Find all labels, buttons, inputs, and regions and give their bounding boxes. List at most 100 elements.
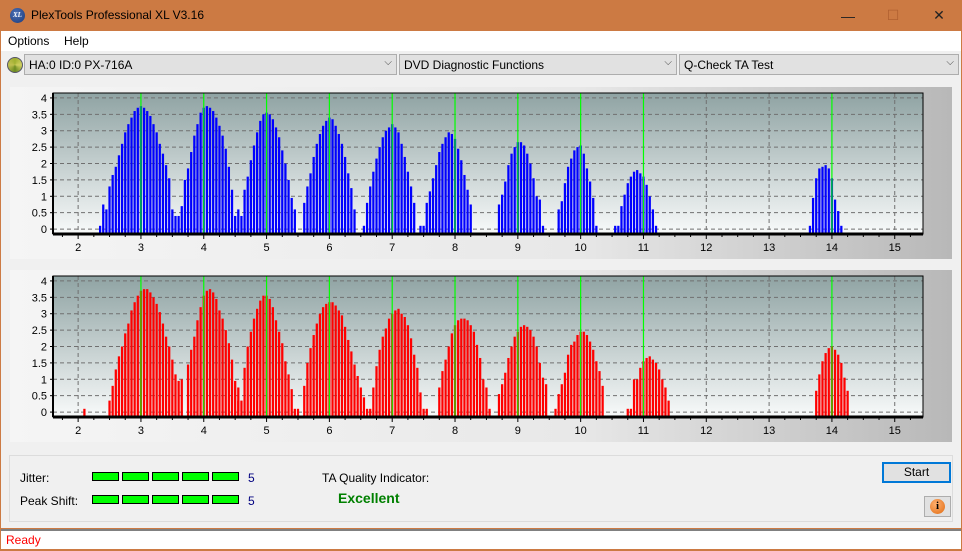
histogram-bar (441, 371, 444, 417)
x-tick-label: 6 (326, 425, 332, 437)
histogram-bar (560, 384, 563, 417)
histogram-bar (350, 351, 353, 417)
histogram-bar (519, 142, 523, 234)
histogram-bar (667, 400, 670, 417)
histogram-bar (281, 343, 284, 417)
histogram-bar (526, 326, 529, 417)
jitter-segment (122, 472, 149, 481)
histogram-bar (190, 152, 193, 234)
histogram-bar (378, 349, 381, 417)
x-tick-label: 13 (763, 425, 775, 437)
histogram-bar (400, 313, 403, 417)
histogram-bar (557, 209, 560, 234)
histogram-bar (306, 186, 309, 234)
histogram-bar (152, 124, 155, 234)
x-tick-label: 10 (575, 425, 587, 437)
peak-shift-segment (122, 495, 149, 504)
x-tick-label: 12 (700, 242, 712, 254)
disc-drive-icon (7, 57, 23, 73)
histogram-bar (654, 362, 658, 417)
histogram-bar (343, 326, 347, 417)
histogram-bar (177, 380, 180, 417)
histogram-bar (532, 178, 535, 234)
histogram-bar (174, 374, 177, 417)
function-select[interactable]: DVD Diagnostic Functions ⌵ (399, 54, 677, 75)
histogram-bar (168, 346, 171, 417)
histogram-bar (428, 191, 432, 234)
histogram-bar (105, 209, 108, 234)
histogram-bar (177, 215, 180, 234)
histogram-bar (149, 292, 152, 417)
histogram-bar (164, 336, 168, 417)
histogram-bar (645, 184, 648, 234)
info-button[interactable]: i (924, 496, 951, 517)
status-bar: Ready (1, 529, 961, 549)
menu-bar: Options Help (1, 31, 961, 51)
minimize-button[interactable]: — (825, 0, 871, 31)
histogram-bar (482, 379, 485, 417)
start-button[interactable]: Start (882, 462, 951, 483)
histogram-bar (227, 343, 231, 417)
histogram-bar (592, 349, 595, 417)
histogram-bar (234, 380, 237, 417)
histogram-bar (130, 310, 133, 417)
ta-quality-label: TA Quality Indicator: (322, 471, 430, 485)
histogram-bar (365, 202, 369, 234)
histogram-bar (309, 173, 312, 234)
histogram-bar (563, 183, 567, 234)
histogram-bar (215, 117, 218, 234)
peak-shift-label: Peak Shift: (20, 494, 79, 508)
histogram-bar (287, 179, 290, 234)
histogram-bar (334, 305, 337, 417)
histogram-bar (529, 163, 532, 234)
histogram-bar (243, 189, 246, 234)
histogram-bar (243, 367, 246, 417)
histogram-bar (114, 166, 117, 234)
y-tick-label: 1 (41, 374, 47, 386)
histogram-bar (171, 359, 174, 417)
y-tick-label: 1.5 (32, 358, 47, 370)
histogram-bar (293, 209, 296, 234)
histogram-bar (331, 119, 334, 234)
histogram-bar (158, 143, 161, 234)
histogram-bar (576, 147, 579, 234)
histogram-bar (164, 165, 168, 234)
drive-select-value: HA:0 ID:0 PX-716A (29, 58, 133, 72)
histogram-bar (196, 320, 199, 417)
menu-options[interactable]: Options (8, 34, 49, 48)
close-button[interactable]: ✕ (916, 0, 962, 31)
histogram-bar (504, 372, 507, 417)
histogram-bar (815, 390, 818, 417)
histogram-bar (133, 302, 136, 417)
histogram-bar (309, 348, 312, 417)
drive-select[interactable]: HA:0 ID:0 PX-716A ⌵ (24, 54, 397, 75)
histogram-bar (400, 143, 403, 234)
histogram-bar (585, 168, 589, 234)
histogram-bar (566, 166, 570, 234)
histogram-bar (811, 197, 815, 234)
histogram-bar (108, 186, 111, 234)
function-select-value: DVD Diagnostic Functions (404, 58, 545, 72)
maximize-button[interactable]: ☐ (870, 0, 916, 31)
x-tick-label: 14 (826, 425, 838, 437)
histogram-bar (438, 387, 441, 417)
histogram-bar (155, 132, 158, 234)
menu-help[interactable]: Help (64, 34, 89, 48)
histogram-bar (626, 183, 629, 234)
test-select[interactable]: Q-Check TA Test ⌵ (679, 54, 959, 75)
y-tick-label: 3.5 (32, 292, 47, 304)
histogram-bar (259, 120, 262, 234)
peak-shift-meter (92, 495, 239, 504)
histogram-bar (278, 331, 281, 417)
histogram-bar (168, 178, 171, 234)
histogram-bar (394, 310, 397, 417)
bottom-chart-panel: 0 0.5 1 1.5 2 2.5 3 3.5 4 2 3 4 5 6 7 8 9 10 11 12 13 14 15 (10, 270, 952, 442)
histogram-bar (381, 137, 384, 234)
histogram-bar (246, 176, 249, 234)
histogram-bar (353, 209, 356, 234)
histogram-bar (130, 117, 133, 234)
histogram-bar (174, 215, 177, 234)
histogram-bar (149, 115, 152, 234)
histogram-bar (318, 133, 322, 234)
histogram-bar (833, 199, 837, 234)
